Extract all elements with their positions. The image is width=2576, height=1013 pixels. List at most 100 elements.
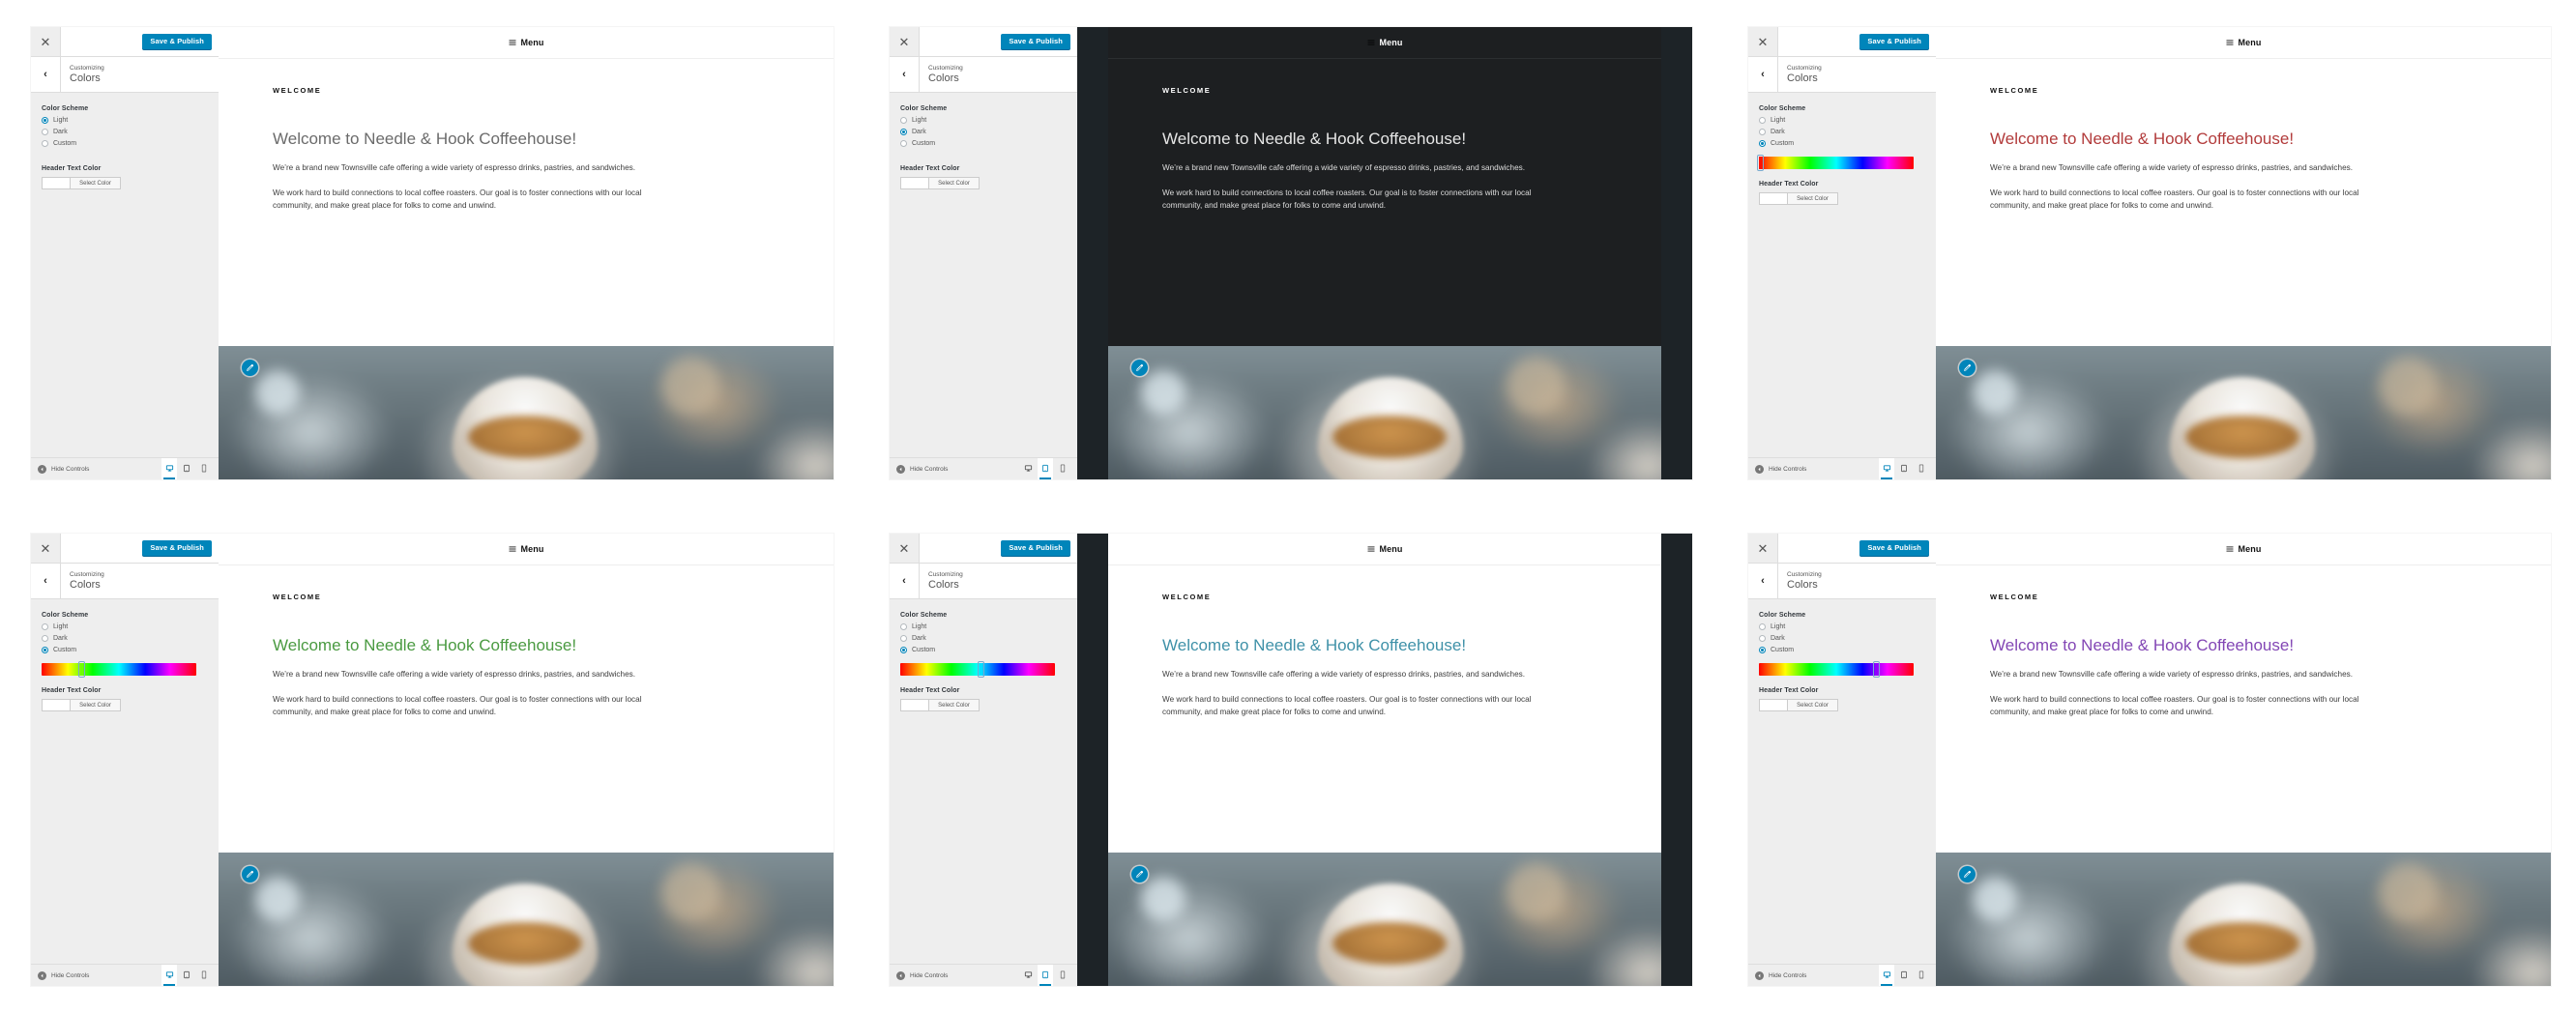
select-color-button[interactable]: Select Color (71, 700, 120, 710)
close-customizer-button[interactable]: ✕ (31, 534, 61, 563)
radio-option-custom[interactable]: Custom (42, 647, 208, 653)
radio-button-dark[interactable] (900, 129, 907, 135)
save-and-publish-button[interactable]: Save & Publish (1859, 34, 1929, 49)
hide-controls-button[interactable]: Hide Controls (896, 464, 948, 474)
radio-button-dark[interactable] (42, 129, 48, 135)
radio-option-dark[interactable]: Dark (900, 129, 1067, 135)
menu-label[interactable]: Menu (521, 544, 544, 554)
radio-button-custom[interactable] (42, 647, 48, 653)
device-button-tablet[interactable] (179, 965, 194, 986)
save-and-publish-button[interactable]: Save & Publish (1001, 540, 1070, 556)
radio-option-light[interactable]: Light (1759, 623, 1925, 630)
hue-slider[interactable] (900, 661, 1055, 678)
mobile-icon[interactable] (201, 967, 207, 984)
radio-option-custom[interactable]: Custom (900, 647, 1067, 653)
radio-button-light[interactable] (1759, 623, 1766, 630)
radio-button-custom[interactable] (900, 140, 907, 147)
radio-button-custom[interactable] (900, 647, 907, 653)
device-button-tablet[interactable] (179, 458, 194, 479)
color-picker-control[interactable]: Select Color (900, 177, 980, 189)
device-button-mobile[interactable] (1914, 965, 1929, 986)
tablet-icon[interactable] (1041, 460, 1049, 478)
menu-label[interactable]: Menu (2239, 544, 2262, 554)
hue-slider-handle[interactable] (977, 661, 984, 678)
current-color-swatch[interactable] (1760, 193, 1788, 204)
hamburger-icon[interactable] (2226, 34, 2234, 51)
back-button[interactable]: ‹ (890, 564, 920, 598)
device-button-tablet[interactable] (1896, 458, 1912, 479)
radio-option-custom[interactable]: Custom (42, 140, 208, 147)
desktop-icon[interactable] (1883, 967, 1891, 984)
select-color-button[interactable]: Select Color (71, 178, 120, 188)
color-picker-control[interactable]: Select Color (42, 699, 121, 711)
radio-button-custom[interactable] (42, 140, 48, 147)
radio-option-custom[interactable]: Custom (1759, 647, 1925, 653)
close-customizer-button[interactable]: ✕ (890, 534, 920, 563)
hue-gradient-track[interactable] (1759, 157, 1914, 169)
radio-option-dark[interactable]: Dark (1759, 129, 1925, 135)
tablet-icon[interactable] (1900, 460, 1908, 478)
radio-option-dark[interactable]: Dark (1759, 635, 1925, 642)
radio-button-dark[interactable] (42, 635, 48, 642)
hamburger-icon[interactable] (509, 540, 516, 558)
radio-button-custom[interactable] (1759, 647, 1766, 653)
save-and-publish-button[interactable]: Save & Publish (1001, 34, 1070, 49)
edit-shortcut-button[interactable] (242, 360, 258, 376)
desktop-icon[interactable] (1883, 460, 1891, 478)
radio-button-light[interactable] (42, 117, 48, 124)
tablet-icon[interactable] (1900, 967, 1908, 984)
hide-controls-button[interactable]: Hide Controls (38, 970, 89, 980)
device-button-desktop[interactable] (1020, 458, 1036, 479)
device-button-desktop[interactable] (161, 965, 177, 986)
current-color-swatch[interactable] (43, 700, 71, 710)
radio-option-light[interactable]: Light (1759, 117, 1925, 124)
save-and-publish-button[interactable]: Save & Publish (142, 34, 212, 49)
select-color-button[interactable]: Select Color (929, 700, 979, 710)
mobile-icon[interactable] (1918, 460, 1924, 478)
device-button-mobile[interactable] (196, 965, 212, 986)
hue-slider[interactable] (1757, 155, 1914, 171)
menu-label[interactable]: Menu (1380, 38, 1403, 47)
device-button-tablet[interactable] (1038, 458, 1053, 479)
radio-option-dark[interactable]: Dark (42, 635, 208, 642)
radio-option-light[interactable]: Light (900, 117, 1067, 124)
hue-slider[interactable] (42, 661, 196, 678)
device-button-desktop[interactable] (1020, 965, 1036, 986)
tablet-icon[interactable] (183, 967, 190, 984)
hide-controls-button[interactable]: Hide Controls (38, 464, 89, 474)
back-button[interactable]: ‹ (890, 57, 920, 92)
select-color-button[interactable]: Select Color (929, 178, 979, 188)
hue-slider-handle[interactable] (78, 661, 86, 678)
hue-slider-handle[interactable] (1757, 155, 1765, 171)
radio-button-dark[interactable] (900, 635, 907, 642)
select-color-button[interactable]: Select Color (1788, 193, 1837, 204)
radio-option-light[interactable]: Light (42, 623, 208, 630)
edit-shortcut-button[interactable] (1131, 360, 1148, 376)
back-button[interactable]: ‹ (1748, 564, 1778, 598)
device-button-mobile[interactable] (1914, 458, 1929, 479)
save-and-publish-button[interactable]: Save & Publish (142, 540, 212, 556)
menu-label[interactable]: Menu (521, 38, 544, 47)
radio-option-light[interactable]: Light (42, 117, 208, 124)
hamburger-icon[interactable] (1367, 34, 1375, 51)
radio-button-light[interactable] (900, 117, 907, 124)
mobile-icon[interactable] (1918, 967, 1924, 984)
desktop-icon[interactable] (165, 460, 174, 478)
device-button-desktop[interactable] (1879, 458, 1894, 479)
select-color-button[interactable]: Select Color (1788, 700, 1837, 710)
hue-slider[interactable] (1759, 661, 1914, 678)
tablet-icon[interactable] (183, 460, 190, 478)
radio-button-dark[interactable] (1759, 635, 1766, 642)
hide-controls-button[interactable]: Hide Controls (1755, 970, 1806, 980)
hide-controls-button[interactable]: Hide Controls (896, 970, 948, 980)
current-color-swatch[interactable] (43, 178, 71, 188)
desktop-icon[interactable] (165, 967, 174, 984)
radio-option-custom[interactable]: Custom (900, 140, 1067, 147)
hamburger-icon[interactable] (2226, 540, 2234, 558)
hue-gradient-track[interactable] (1759, 663, 1914, 676)
current-color-swatch[interactable] (901, 178, 929, 188)
device-button-mobile[interactable] (1055, 965, 1070, 986)
radio-option-light[interactable]: Light (900, 623, 1067, 630)
radio-button-custom[interactable] (1759, 140, 1766, 147)
hamburger-icon[interactable] (1367, 540, 1375, 558)
